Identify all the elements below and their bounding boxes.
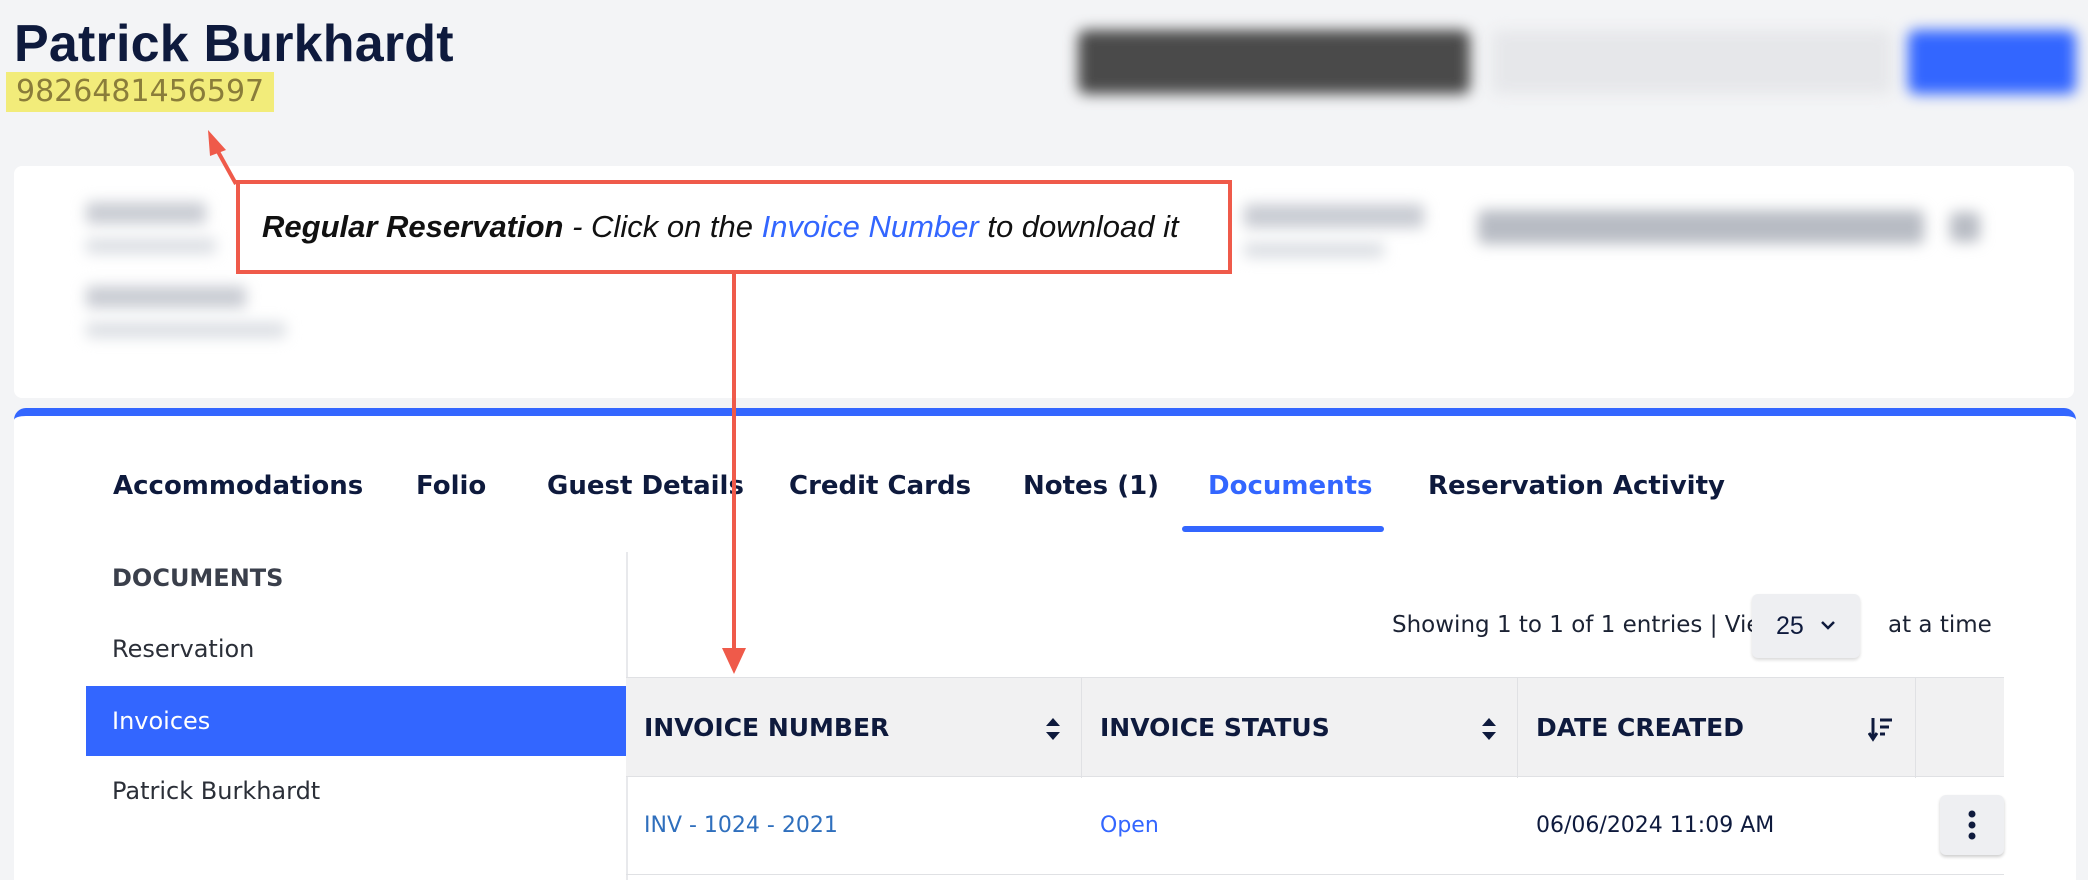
row-actions-button[interactable] (1940, 795, 2004, 855)
active-tab-indicator (1182, 526, 1384, 532)
callout-text: - Click on the (563, 209, 762, 244)
sidebar-item-invoices[interactable]: Invoices (86, 686, 626, 756)
sort-icon[interactable] (1480, 716, 1498, 742)
column-header-invoice-number[interactable]: INVOICE NUMBER (626, 678, 1082, 778)
annotation-callout: Regular Reservation - Click on the Invoi… (236, 180, 1232, 274)
more-vertical-icon (1968, 810, 1976, 840)
callout-text: to download it (978, 209, 1179, 244)
tab-accommodations[interactable]: Accommodations (113, 471, 363, 501)
summary-placeholder (1244, 242, 1384, 258)
invoice-number-link[interactable]: INV - 1024 - 2021 (626, 777, 838, 875)
chevron-down-icon (1820, 594, 1836, 686)
callout-bold-text: Regular Reservation (262, 209, 564, 244)
invoice-date-created: 06/06/2024 11:09 AM (1536, 813, 1775, 838)
tab-credit-cards[interactable]: Credit Cards (789, 471, 971, 501)
column-label: INVOICE STATUS (1100, 713, 1330, 742)
callout-highlight-text: Invoice Number (761, 209, 979, 244)
sidebar-item-reservation[interactable]: Reservation (86, 614, 626, 684)
summary-placeholder (86, 238, 216, 254)
sort-descending-icon[interactable] (1868, 716, 1894, 742)
tab-documents[interactable]: Documents (1208, 471, 1373, 501)
secondary-dropdown[interactable] (1492, 30, 1892, 94)
tab-folio[interactable]: Folio (416, 471, 486, 501)
summary-placeholder (1244, 204, 1424, 228)
invoices-table: INVOICE NUMBER INVOICE STATUS DATE CREAT… (626, 677, 2004, 875)
column-label: DATE CREATED (1536, 713, 1744, 742)
sort-icon[interactable] (1044, 716, 1062, 742)
arrow-head-icon (208, 130, 226, 156)
page-size-suffix: at a time (1888, 612, 1992, 638)
column-header-invoice-status[interactable]: INVOICE STATUS (1082, 678, 1518, 778)
column-header-actions (1916, 678, 2004, 778)
documents-heading: DOCUMENTS (112, 564, 284, 592)
reservation-tabs-panel: Accommodations Folio Guest Details Credi… (14, 408, 2076, 880)
column-header-date-created[interactable]: DATE CREATED (1518, 678, 1916, 778)
balance-menu-placeholder[interactable] (1950, 212, 1980, 242)
page-size-value: 25 (1776, 612, 1804, 640)
summary-placeholder (86, 202, 206, 224)
actions-button[interactable] (1908, 30, 2076, 94)
invoice-status: Open (1100, 813, 1159, 838)
tab-bar: Accommodations Folio Guest Details Credi… (14, 416, 2076, 536)
sidebar-item-patrick-burkhardt[interactable]: Patrick Burkhardt (86, 756, 626, 826)
summary-placeholder (86, 322, 286, 338)
column-label: INVOICE NUMBER (644, 713, 890, 742)
table-header: INVOICE NUMBER INVOICE STATUS DATE CREAT… (626, 677, 2004, 778)
tab-guest-details[interactable]: Guest Details (547, 471, 744, 501)
guest-name: Patrick Burkhardt (14, 15, 454, 73)
tab-notes[interactable]: Notes (1) (1023, 471, 1159, 501)
table-row: INV - 1024 - 2021 Open 06/06/2024 11:09 … (626, 777, 2004, 875)
entries-summary: Showing 1 to 1 of 1 entries | View (1392, 612, 1780, 638)
tab-reservation-activity[interactable]: Reservation Activity (1428, 471, 1725, 501)
balance-due-placeholder (1478, 210, 1924, 244)
confirmation-number: 9826481456597 (6, 72, 275, 112)
page-size-select[interactable]: 25 (1752, 594, 1860, 658)
summary-placeholder (86, 286, 246, 308)
status-dropdown[interactable] (1078, 30, 1470, 94)
